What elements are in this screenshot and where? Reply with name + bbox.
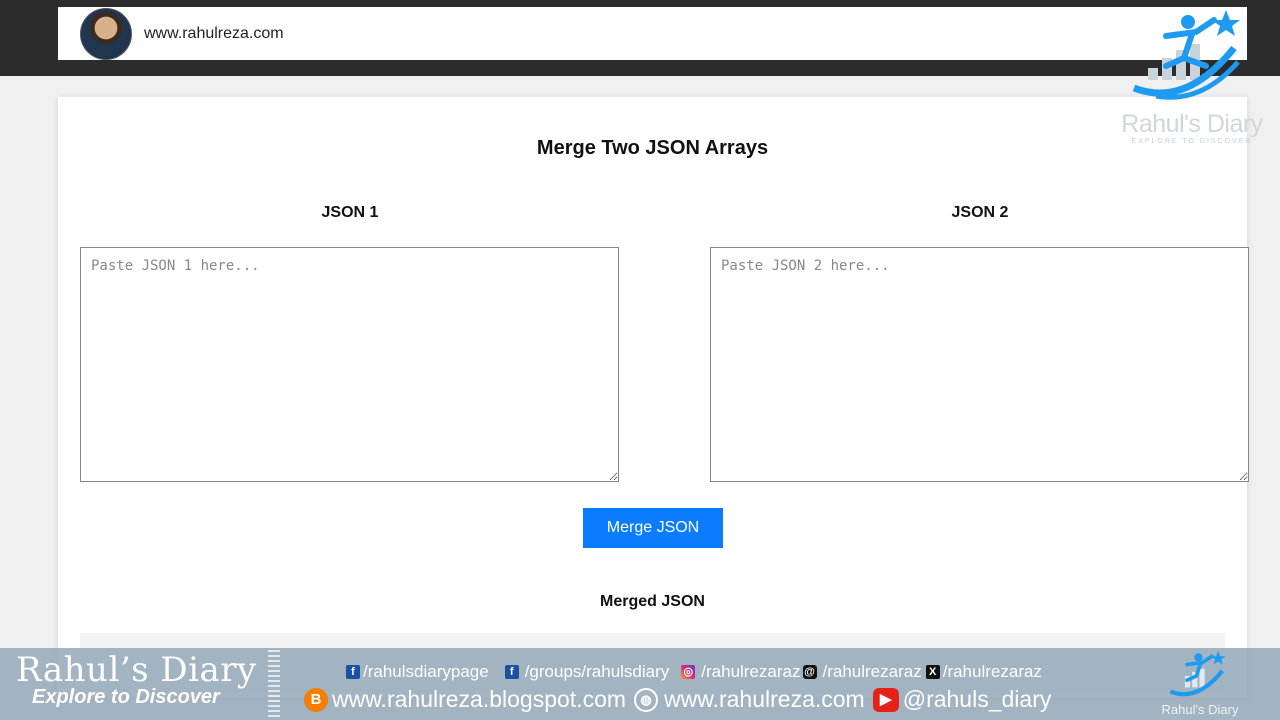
json2-heading: JSON 2 (951, 204, 1009, 221)
address-bar[interactable]: www.rahulreza.com (58, 7, 1247, 60)
merged-json-heading: Merged JSON (600, 593, 705, 610)
watermark-tagline: EXPLORE TO DISCOVER (1131, 138, 1253, 145)
url-text[interactable]: www.rahulreza.com (144, 25, 284, 43)
social-link[interactable]: /rahulrezaraz (701, 662, 800, 682)
youtube-icon: ▶ (872, 687, 899, 712)
footer-tagline: Explore to Discover (32, 686, 220, 708)
blogger-icon: B (304, 687, 328, 712)
social-links-row: f /rahulsdiarypage f /groups/rahulsdiary… (346, 662, 1042, 682)
runner-logo-icon (1132, 10, 1240, 100)
social-link[interactable]: /groups/rahulsdiary (525, 662, 670, 682)
avatar (80, 7, 132, 60)
footer-logo: Rahul's Diary (1160, 650, 1240, 718)
json1-heading: JSON 1 (321, 204, 379, 221)
footer-banner: Rahul’s Diary Explore to Discover f /rah… (0, 648, 1280, 720)
website-link[interactable]: www.rahulreza.blogspot.com (332, 686, 626, 713)
website-links-row: B www.rahulreza.blogspot.com ◍ www.rahul… (304, 686, 1051, 713)
x-icon: X (925, 665, 940, 679)
footer-divider (268, 650, 280, 718)
watermark-name: Rahul's Diary (1121, 110, 1263, 138)
website-link[interactable]: www.rahulreza.com (664, 686, 865, 713)
merge-tool-card: Merge Two JSON Arrays JSON 1 JSON 2 Merg… (58, 97, 1249, 697)
json2-input[interactable] (710, 247, 1249, 482)
instagram-icon: ◎ (681, 665, 696, 679)
page-title: Merge Two JSON Arrays (536, 137, 769, 159)
social-link[interactable]: /rahulrezaraz (823, 662, 922, 682)
social-link[interactable]: /rahulrezaraz (943, 662, 1042, 682)
runner-logo-icon (1169, 651, 1226, 697)
globe-icon: ◍ (634, 687, 659, 712)
facebook-icon: f (504, 665, 519, 679)
footer-logo-text: Rahul's Diary (1161, 702, 1239, 717)
json1-input[interactable] (80, 247, 619, 482)
merge-json-button[interactable]: Merge JSON (583, 508, 723, 548)
facebook-icon: f (346, 665, 360, 679)
threads-icon: @ (802, 665, 817, 679)
watermark-logo: Rahul's Diary EXPLORE TO DISCOVER (1112, 8, 1272, 148)
social-link[interactable]: /rahulsdiarypage (363, 662, 489, 682)
footer-brand: Rahul’s Diary (16, 650, 257, 690)
website-link[interactable]: @rahuls_diary (903, 686, 1052, 713)
